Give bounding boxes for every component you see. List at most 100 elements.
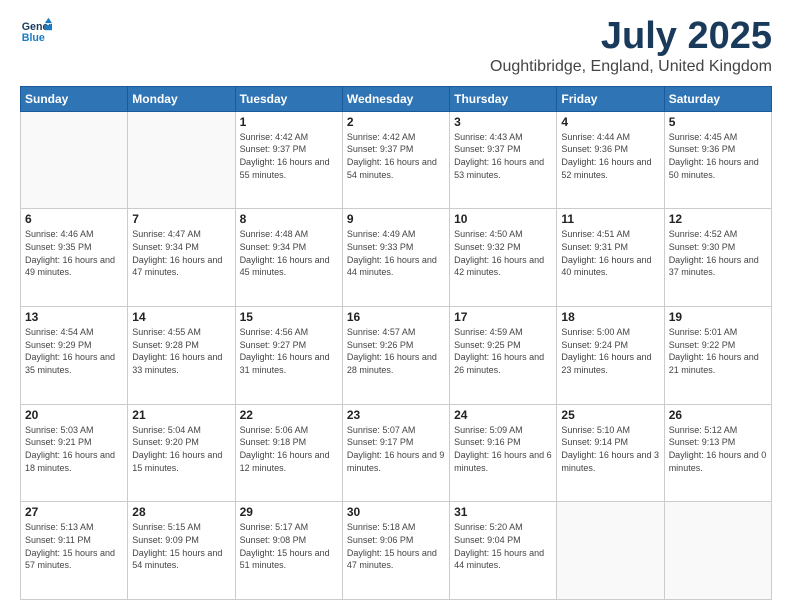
week-row-3: 13 Sunrise: 4:54 AM Sunset: 9:29 PM Dayli… <box>21 307 772 405</box>
day-number: 3 <box>454 115 552 129</box>
calendar-cell: 18 Sunrise: 5:00 AM Sunset: 9:24 PM Dayli… <box>557 307 664 405</box>
day-info: Sunrise: 4:45 AM Sunset: 9:36 PM Dayligh… <box>669 131 767 181</box>
calendar-cell: 3 Sunrise: 4:43 AM Sunset: 9:37 PM Daylig… <box>450 111 557 209</box>
day-number: 23 <box>347 408 445 422</box>
calendar-cell: 5 Sunrise: 4:45 AM Sunset: 9:36 PM Daylig… <box>664 111 771 209</box>
calendar-cell: 12Sunrise: 4:52 AM Sunset: 9:30 PM Dayli… <box>664 209 771 307</box>
day-number: 5 <box>669 115 767 129</box>
day-number: 21 <box>132 408 230 422</box>
logo: General Blue <box>20 16 52 48</box>
day-number: 16 <box>347 310 445 324</box>
col-sunday: Sunday <box>21 86 128 111</box>
header-row: Sunday Monday Tuesday Wednesday Thursday… <box>21 86 772 111</box>
day-info: Sunrise: 4:59 AM Sunset: 9:25 PM Dayligh… <box>454 326 552 376</box>
calendar-cell: 26Sunrise: 5:12 AM Sunset: 9:13 PM Dayli… <box>664 404 771 502</box>
calendar-cell: 11Sunrise: 4:51 AM Sunset: 9:31 PM Dayli… <box>557 209 664 307</box>
calendar-table: Sunday Monday Tuesday Wednesday Thursday… <box>20 86 772 600</box>
page: General Blue July 2025 Oughtibridge, Eng… <box>0 0 792 612</box>
day-info: Sunrise: 5:13 AM Sunset: 9:11 PM Dayligh… <box>25 521 123 571</box>
day-number: 2 <box>347 115 445 129</box>
day-info: Sunrise: 4:55 AM Sunset: 9:28 PM Dayligh… <box>132 326 230 376</box>
day-number: 15 <box>240 310 338 324</box>
day-info: Sunrise: 4:47 AM Sunset: 9:34 PM Dayligh… <box>132 228 230 278</box>
calendar-cell: 16Sunrise: 4:57 AM Sunset: 9:26 PM Dayli… <box>342 307 449 405</box>
day-number: 25 <box>561 408 659 422</box>
calendar-cell <box>664 502 771 600</box>
day-info: Sunrise: 4:54 AM Sunset: 9:29 PM Dayligh… <box>25 326 123 376</box>
day-info: Sunrise: 4:46 AM Sunset: 9:35 PM Dayligh… <box>25 228 123 278</box>
svg-text:Blue: Blue <box>22 32 45 44</box>
day-info: Sunrise: 5:20 AM Sunset: 9:04 PM Dayligh… <box>454 521 552 571</box>
calendar-cell: 27 Sunrise: 5:13 AM Sunset: 9:11 PM Dayli… <box>21 502 128 600</box>
calendar-cell: 7Sunrise: 4:47 AM Sunset: 9:34 PM Daylig… <box>128 209 235 307</box>
calendar-cell <box>128 111 235 209</box>
calendar-cell: 30 Sunrise: 5:18 AM Sunset: 9:06 PM Dayli… <box>342 502 449 600</box>
day-number: 1 <box>240 115 338 129</box>
col-thursday: Thursday <box>450 86 557 111</box>
day-info: Sunrise: 5:18 AM Sunset: 9:06 PM Dayligh… <box>347 521 445 571</box>
location-title: Oughtibridge, England, United Kingdom <box>490 58 772 76</box>
day-number: 29 <box>240 505 338 519</box>
week-row-5: 27 Sunrise: 5:13 AM Sunset: 9:11 PM Dayli… <box>21 502 772 600</box>
day-number: 14 <box>132 310 230 324</box>
day-number: 19 <box>669 310 767 324</box>
calendar-cell: 24Sunrise: 5:09 AM Sunset: 9:16 PM Dayli… <box>450 404 557 502</box>
week-row-4: 20 Sunrise: 5:03 AM Sunset: 9:21 PM Dayli… <box>21 404 772 502</box>
day-info: Sunrise: 5:17 AM Sunset: 9:08 PM Dayligh… <box>240 521 338 571</box>
day-info: Sunrise: 5:00 AM Sunset: 9:24 PM Dayligh… <box>561 326 659 376</box>
calendar-cell: 17Sunrise: 4:59 AM Sunset: 9:25 PM Dayli… <box>450 307 557 405</box>
col-saturday: Saturday <box>664 86 771 111</box>
logo-icon: General Blue <box>20 16 52 48</box>
calendar-cell <box>557 502 664 600</box>
day-number: 28 <box>132 505 230 519</box>
day-number: 9 <box>347 212 445 226</box>
day-info: Sunrise: 4:42 AM Sunset: 9:37 PM Dayligh… <box>347 131 445 181</box>
calendar-cell: 21Sunrise: 5:04 AM Sunset: 9:20 PM Dayli… <box>128 404 235 502</box>
day-number: 6 <box>25 212 123 226</box>
calendar-cell: 19 Sunrise: 5:01 AM Sunset: 9:22 PM Dayli… <box>664 307 771 405</box>
calendar-cell: 22 Sunrise: 5:06 AM Sunset: 9:18 PM Dayli… <box>235 404 342 502</box>
calendar-cell: 14 Sunrise: 4:55 AM Sunset: 9:28 PM Dayli… <box>128 307 235 405</box>
calendar-cell: 15 Sunrise: 4:56 AM Sunset: 9:27 PM Dayli… <box>235 307 342 405</box>
day-number: 4 <box>561 115 659 129</box>
day-number: 20 <box>25 408 123 422</box>
title-block: July 2025 Oughtibridge, England, United … <box>490 16 772 76</box>
calendar-cell: 28 Sunrise: 5:15 AM Sunset: 9:09 PM Dayli… <box>128 502 235 600</box>
day-info: Sunrise: 4:56 AM Sunset: 9:27 PM Dayligh… <box>240 326 338 376</box>
day-number: 22 <box>240 408 338 422</box>
calendar-cell: 9 Sunrise: 4:49 AM Sunset: 9:33 PM Daylig… <box>342 209 449 307</box>
day-number: 11 <box>561 212 659 226</box>
week-row-2: 6 Sunrise: 4:46 AM Sunset: 9:35 PM Daylig… <box>21 209 772 307</box>
calendar-cell: 20 Sunrise: 5:03 AM Sunset: 9:21 PM Dayli… <box>21 404 128 502</box>
day-info: Sunrise: 4:42 AM Sunset: 9:37 PM Dayligh… <box>240 131 338 181</box>
day-info: Sunrise: 4:43 AM Sunset: 9:37 PM Dayligh… <box>454 131 552 181</box>
col-wednesday: Wednesday <box>342 86 449 111</box>
calendar-cell: 25Sunrise: 5:10 AM Sunset: 9:14 PM Dayli… <box>557 404 664 502</box>
calendar-cell: 23 Sunrise: 5:07 AM Sunset: 9:17 PM Dayli… <box>342 404 449 502</box>
day-number: 8 <box>240 212 338 226</box>
day-number: 30 <box>347 505 445 519</box>
day-number: 13 <box>25 310 123 324</box>
calendar-cell: 10Sunrise: 4:50 AM Sunset: 9:32 PM Dayli… <box>450 209 557 307</box>
day-info: Sunrise: 4:44 AM Sunset: 9:36 PM Dayligh… <box>561 131 659 181</box>
day-info: Sunrise: 5:03 AM Sunset: 9:21 PM Dayligh… <box>25 424 123 474</box>
calendar-cell: 4 Sunrise: 4:44 AM Sunset: 9:36 PM Daylig… <box>557 111 664 209</box>
day-info: Sunrise: 5:01 AM Sunset: 9:22 PM Dayligh… <box>669 326 767 376</box>
day-number: 10 <box>454 212 552 226</box>
col-tuesday: Tuesday <box>235 86 342 111</box>
day-number: 24 <box>454 408 552 422</box>
day-number: 27 <box>25 505 123 519</box>
day-info: Sunrise: 5:07 AM Sunset: 9:17 PM Dayligh… <box>347 424 445 474</box>
day-number: 18 <box>561 310 659 324</box>
day-info: Sunrise: 5:12 AM Sunset: 9:13 PM Dayligh… <box>669 424 767 474</box>
day-info: Sunrise: 5:06 AM Sunset: 9:18 PM Dayligh… <box>240 424 338 474</box>
calendar-cell: 8Sunrise: 4:48 AM Sunset: 9:34 PM Daylig… <box>235 209 342 307</box>
day-info: Sunrise: 4:49 AM Sunset: 9:33 PM Dayligh… <box>347 228 445 278</box>
month-title: July 2025 <box>490 16 772 58</box>
week-row-1: 1 Sunrise: 4:42 AM Sunset: 9:37 PM Daylig… <box>21 111 772 209</box>
col-monday: Monday <box>128 86 235 111</box>
day-info: Sunrise: 5:15 AM Sunset: 9:09 PM Dayligh… <box>132 521 230 571</box>
header: General Blue July 2025 Oughtibridge, Eng… <box>20 16 772 76</box>
calendar-cell: 6 Sunrise: 4:46 AM Sunset: 9:35 PM Daylig… <box>21 209 128 307</box>
calendar-cell: 1 Sunrise: 4:42 AM Sunset: 9:37 PM Daylig… <box>235 111 342 209</box>
